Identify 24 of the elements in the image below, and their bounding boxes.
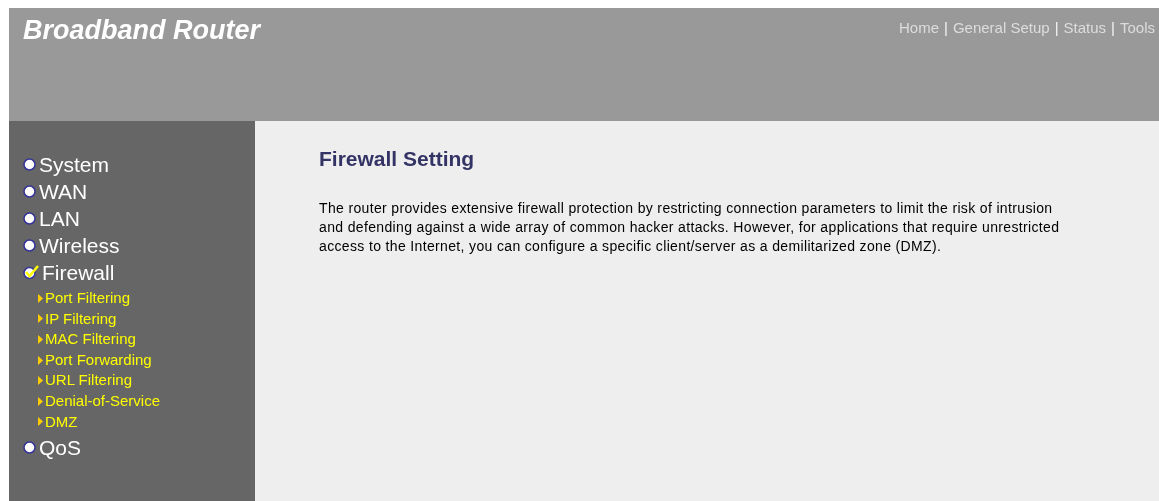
submenu-item[interactable]: Port Filtering <box>38 288 255 309</box>
description-text: The router provides extensive firewall protection by restricting connection parameters to limit the risk of intrusion and defending against a wide array of common hacker attacks. However, for applications that require unrestricted access to the Internet, you can configure a specific client/server as a demilitarized zone (DMZ). <box>319 198 1061 256</box>
submenu-item[interactable]: Port Forwarding <box>38 349 255 371</box>
menu-item[interactable]: Firewall <box>23 259 255 286</box>
arrow-icon <box>38 417 43 427</box>
nav-separator: | <box>944 18 948 38</box>
submenu-item[interactable]: MAC Filtering <box>38 329 255 350</box>
site-title: Broadband Router <box>23 17 260 44</box>
submenu-item[interactable]: URL Filtering <box>38 370 255 391</box>
submenu-item[interactable]: IP Filtering <box>38 308 255 330</box>
arrow-icon <box>38 335 43 344</box>
menu-item[interactable]: Wireless <box>23 232 255 259</box>
submenu-item[interactable]: Denial-of-Service <box>38 390 255 412</box>
menu-item[interactable]: LAN <box>23 205 255 232</box>
nav-separator: | <box>1054 18 1059 38</box>
menu-item[interactable]: System <box>23 151 255 178</box>
menu-item[interactable]: WAN <box>23 178 255 205</box>
arrow-icon <box>38 314 43 324</box>
arrow-icon <box>38 293 43 303</box>
page-heading: Firewall Setting <box>319 146 476 172</box>
arrow-icon <box>38 355 43 365</box>
menu-item[interactable]: QoS <box>23 434 255 462</box>
submenu-item[interactable]: DMZ <box>38 411 255 433</box>
nav-separator: | <box>1111 18 1115 38</box>
